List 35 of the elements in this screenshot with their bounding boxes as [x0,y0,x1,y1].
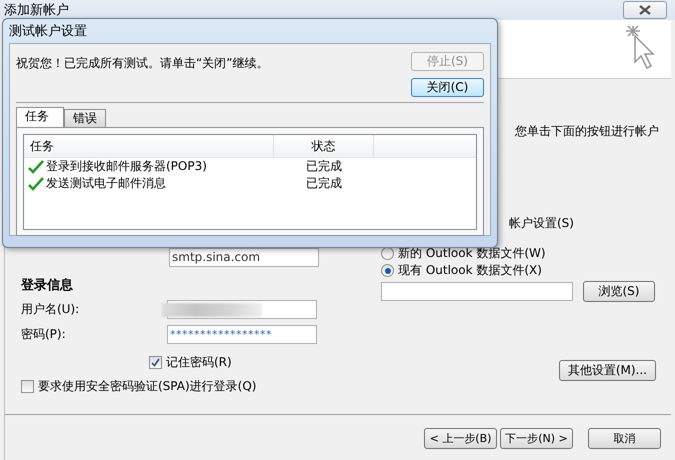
radio-button[interactable] [381,264,394,277]
column-header[interactable]: 状态 [274,135,374,157]
more-settings-button[interactable]: 其他设置(M)... [558,360,656,381]
checkbox[interactable] [21,380,34,392]
tab[interactable]: 错误 [64,109,106,127]
task-status: 已完成 [305,158,343,175]
back-button[interactable]: < 上一步(B) [424,428,497,449]
close-button[interactable] [623,1,667,19]
field-label: 密码(P): [21,326,67,343]
radio-label: 新的 Outlook 数据文件(W) [398,245,546,262]
instruction-text: 您单击下面的按钮进行帐户 [515,123,659,140]
next-button[interactable]: 下一步(N) > [500,428,573,449]
column-header[interactable]: 任务 [24,135,274,157]
tab[interactable]: 任务 [16,107,64,127]
smtp-server-field[interactable]: smtp.sina.com [169,248,319,267]
data-file-field[interactable] [381,282,573,301]
status-message: 祝贺您！已完成所有测试。请单击“关闭”继续。 [16,55,268,72]
close-dialog-button[interactable]: 关闭(C) [411,78,484,97]
task-status: 已完成 [305,175,343,192]
dialog-title: 测试帐户设置 [8,23,88,41]
task-name: 发送测试电子邮件消息 [46,175,166,192]
field-label: 用户名(U): [21,301,80,318]
task-name: 登录到接收邮件服务器(POP3) [46,158,207,175]
close-icon [639,5,651,15]
browse-button[interactable]: 浏览(S) [583,281,655,302]
section-heading: 登录信息 [21,277,74,294]
checkbox[interactable] [149,356,162,368]
checkbox-label: 记住密码(R) [166,354,232,370]
radio-label: 现有 Outlook 数据文件(X) [398,262,542,279]
window-title: 添加新帐户 [4,2,69,19]
test-settings-label: 帐户设置(S) [509,215,574,232]
checkbox-label: 要求使用安全密码验证(SPA)进行登录(Q) [38,378,256,394]
radio-button[interactable] [381,247,394,260]
cancel-button[interactable]: 取消 [588,428,661,449]
password-field[interactable]: ***************** [167,325,317,344]
